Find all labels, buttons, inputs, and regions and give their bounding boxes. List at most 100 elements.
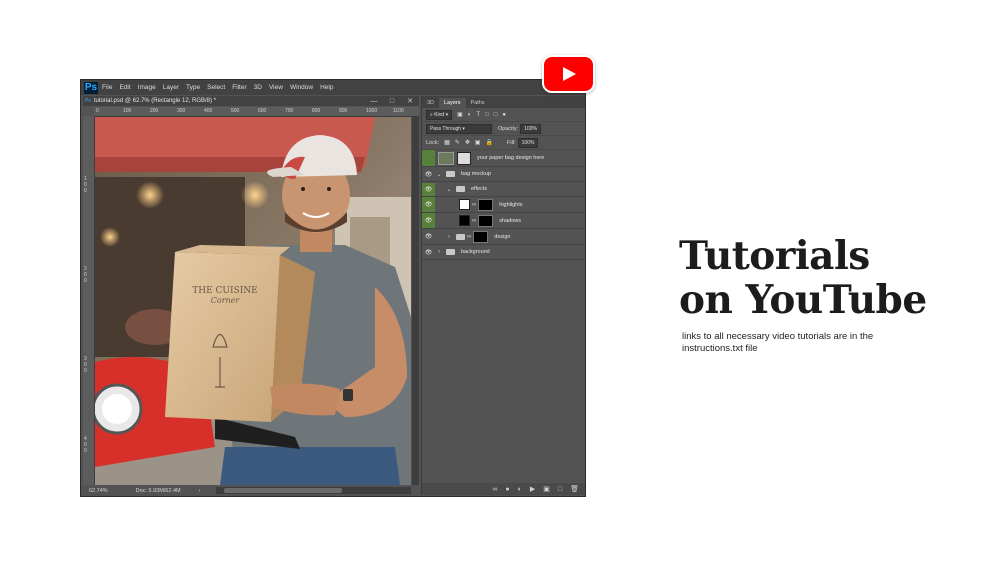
promo-heading: Tutorials on YouTube <box>679 234 999 322</box>
panel-tabs: 3D Layers Paths <box>422 96 585 108</box>
ruler-label: 0 <box>84 188 87 194</box>
status-arrow-icon[interactable]: › <box>199 488 201 494</box>
ruler-label: 0 <box>84 368 87 374</box>
menu-select[interactable]: Select <box>207 84 225 91</box>
lock-position-icon[interactable]: ✥ <box>465 139 470 146</box>
document-title: tutorial.psd @ 62.7% (Rectangle 12, RGB/… <box>93 98 216 104</box>
link-icon: ∞ <box>472 201 477 208</box>
bag-brand-line2: Corner <box>211 296 241 305</box>
kind-filter-select[interactable]: ⌕ Kind ▾ <box>426 109 453 120</box>
zoom-level[interactable]: 62.74% <box>89 488 108 494</box>
document-canvas[interactable]: THE CUISINE Corner <box>95 117 411 485</box>
new-group-icon[interactable]: ▣ <box>543 485 550 493</box>
menu-edit[interactable]: Edit <box>119 84 130 91</box>
trash-icon[interactable]: 🗑 <box>570 485 579 493</box>
layer-row[interactable]: your paper bag design here <box>422 150 585 167</box>
tab-layers[interactable]: Layers <box>439 98 466 108</box>
layer-mask-thumbnail <box>473 230 489 243</box>
eye-icon[interactable]: 👁 <box>422 230 435 243</box>
doc-size: Doc: 5.93M/62.4M <box>135 487 181 494</box>
folder-icon <box>446 249 455 255</box>
play-triangle-icon <box>563 67 576 81</box>
menu-file[interactable]: File <box>102 84 112 91</box>
menu-image[interactable]: Image <box>138 84 156 91</box>
eye-icon[interactable]: 👁 <box>422 246 435 259</box>
ruler-label: 1000 <box>366 108 378 114</box>
eye-icon[interactable]: 👁 <box>422 182 435 196</box>
smart-object-thumbnail <box>457 151 471 165</box>
blend-mode-select[interactable]: Pass Through ▾ <box>426 123 492 134</box>
vertical-ruler: 1 0 0 2 0 0 3 0 0 4 0 0 <box>83 116 95 485</box>
menu-bar: Ps File Edit Image Layer Type Select Fil… <box>81 80 585 95</box>
layer-row[interactable]: 👁 ⌄ bag mockup <box>422 167 585 182</box>
ruler-label: 400 <box>204 108 213 114</box>
menu-filter[interactable]: Filter <box>232 84 246 91</box>
ruler-label: 500 <box>231 108 240 114</box>
mask-icon[interactable]: ◐ <box>518 486 522 493</box>
fill-input[interactable]: 100% <box>517 137 539 148</box>
filter-type-icon[interactable]: T <box>476 112 480 118</box>
promo-title-line1: Tutorials <box>679 233 870 279</box>
link-icon: ∞ <box>472 217 477 224</box>
close-button[interactable]: ✕ <box>401 97 419 105</box>
layer-mask-thumbnail <box>478 198 494 211</box>
filter-toggle-icon[interactable]: ● <box>502 112 506 118</box>
menu-help[interactable]: Help <box>320 84 333 91</box>
vertical-scrollbar[interactable] <box>412 117 419 485</box>
eye-icon[interactable]: 👁 <box>422 213 435 228</box>
link-layers-icon[interactable]: ∞ <box>492 486 497 493</box>
filter-adjustment-icon[interactable]: ◐ <box>468 112 472 118</box>
photoshop-logo-icon: Ps <box>84 81 98 94</box>
ruler-label: 800 <box>312 108 321 114</box>
lock-image-icon[interactable]: ✎ <box>455 139 460 146</box>
chevron-down-icon[interactable]: ⌄ <box>435 171 443 178</box>
tab-3d[interactable]: 3D <box>422 98 439 108</box>
eye-icon[interactable]: 👁 <box>422 197 435 212</box>
fx-icon[interactable]: ● <box>505 486 509 493</box>
menu-3d[interactable]: 3D <box>254 84 262 91</box>
eye-icon[interactable]: 👁 <box>422 168 435 181</box>
layer-thumbnail <box>438 151 454 165</box>
youtube-play-icon[interactable] <box>542 55 595 93</box>
delivery-man-photo: THE CUISINE Corner <box>95 117 411 485</box>
layer-row[interactable]: 👁 ∞ highlights <box>422 197 585 213</box>
adjustment-icon[interactable]: ▶ <box>530 485 535 493</box>
promo-subtitle: links to all necessary video tutorials a… <box>682 331 874 354</box>
layer-name: your paper bag design here <box>477 155 545 161</box>
layer-row[interactable]: 👁 ∞ shadows <box>422 213 585 229</box>
maximize-button[interactable]: □ <box>383 98 401 105</box>
ruler-label: 600 <box>258 108 267 114</box>
layer-row[interactable]: 👁 › ∞ design <box>422 229 585 245</box>
chevron-right-icon[interactable]: › <box>435 249 443 255</box>
filter-shape-icon[interactable]: □ <box>485 112 489 118</box>
lock-all-icon[interactable]: 🔒 <box>486 139 493 146</box>
ruler-label: 1100 <box>393 108 404 114</box>
panel-footer: ∞ ● ◐ ▶ ▣ □ 🗑 <box>422 483 585 495</box>
chevron-down-icon[interactable]: ⌄ <box>445 186 453 193</box>
lock-transparent-icon[interactable]: ▦ <box>444 139 450 146</box>
ruler-label: 0 <box>96 108 99 114</box>
chevron-right-icon[interactable]: › <box>445 234 453 240</box>
lock-artboard-icon[interactable]: ▣ <box>475 139 481 146</box>
menu-window[interactable]: Window <box>290 84 313 91</box>
menu-layer[interactable]: Layer <box>163 84 179 91</box>
tab-paths[interactable]: Paths <box>466 98 490 108</box>
lock-row: Lock: ▦ ✎ ✥ ▣ 🔒 Fill: 100% <box>422 136 585 150</box>
layer-thumbnail <box>459 215 470 226</box>
menu-view[interactable]: View <box>269 84 283 91</box>
photoshop-window: Ps File Edit Image Layer Type Select Fil… <box>81 80 585 496</box>
layer-name: highlights <box>499 201 523 208</box>
horizontal-scrollbar[interactable] <box>216 487 411 494</box>
opacity-input[interactable]: 100% <box>520 123 541 134</box>
minimize-button[interactable]: — <box>365 98 383 105</box>
eye-icon[interactable] <box>422 150 435 166</box>
menu-type[interactable]: Type <box>186 84 200 91</box>
blend-mode-value: Pass Through <box>430 125 462 132</box>
document-tab[interactable]: Ps tutorial.psd @ 62.7% (Rectangle 12, R… <box>83 96 419 106</box>
scrollbar-thumb[interactable] <box>224 488 342 493</box>
layer-row[interactable]: 👁 ⌄ effects <box>422 182 585 197</box>
filter-smart-object-icon[interactable]: □ <box>494 112 498 118</box>
new-layer-icon[interactable]: □ <box>558 486 562 493</box>
filter-pixel-icon[interactable]: ▣ <box>457 111 463 118</box>
layer-row[interactable]: 👁 › background <box>422 245 585 260</box>
